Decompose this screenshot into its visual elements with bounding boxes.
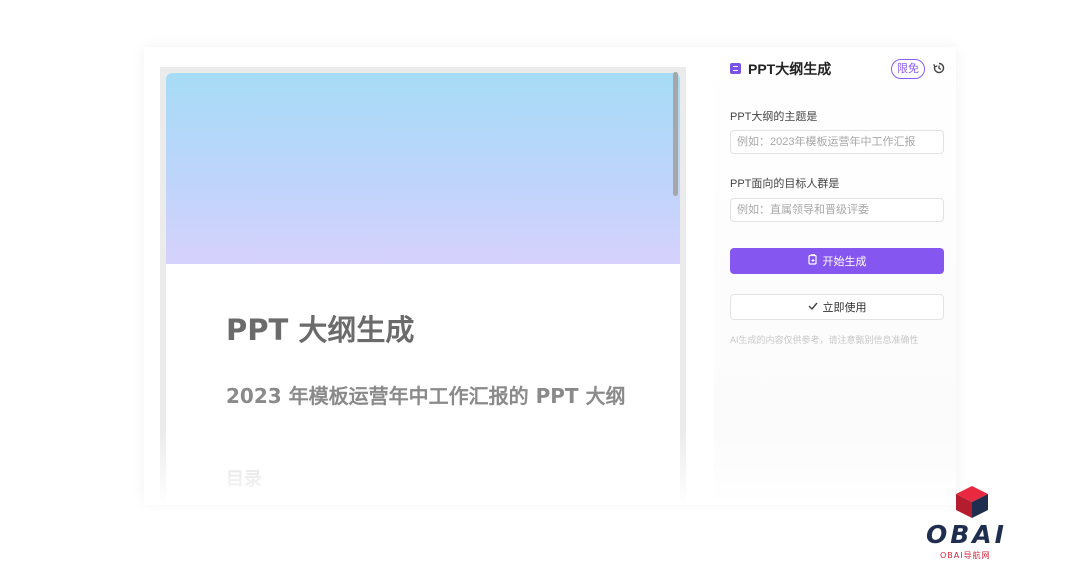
watermark-logo: OBAI OBAI导航网 <box>922 484 1022 564</box>
free-badge: 限免 <box>891 59 925 79</box>
generate-button-label: 开始生成 <box>822 256 867 268</box>
cube-logo-icon <box>956 486 988 518</box>
use-now-button[interactable]: 立即使用 <box>730 294 944 320</box>
document-subtitle: 2023 年模板运营年中工作汇报的 PPT 大纲 <box>226 384 626 408</box>
document-title: PPT 大纲生成 <box>226 313 415 347</box>
panel-title: PPT大纲生成 <box>748 61 832 77</box>
topic-label: PPT大纲的主题是 <box>730 111 818 123</box>
generate-button[interactable]: 开始生成 <box>730 248 944 274</box>
history-icon[interactable] <box>933 62 945 74</box>
preview-scrollbar[interactable] <box>673 72 678 196</box>
audience-label: PPT面向的目标人群是 <box>730 178 840 190</box>
document-preview[interactable]: PPT 大纲生成 2023 年模板运营年中工作汇报的 PPT 大纲 目录 <box>166 73 680 502</box>
document-toc-heading: 目录 <box>226 469 262 490</box>
audience-input[interactable] <box>730 198 944 222</box>
app-window: PPT 大纲生成 2023 年模板运营年中工作汇报的 PPT 大纲 目录 PPT… <box>144 47 956 502</box>
document-banner <box>166 73 680 264</box>
logo-text: OBAI <box>926 520 1007 549</box>
svg-text:OBAI导航网: OBAI导航网 <box>940 550 991 560</box>
disclaimer-text: AI生成的内容仅供参考，请注意甄别信息准确性 <box>730 335 919 345</box>
document-icon <box>730 63 741 74</box>
panel-header: PPT大纲生成 限免 <box>730 59 948 79</box>
generator-panel: PPT大纲生成 限免 PPT大纲的主题是 PPT面向的目标人群是 <box>714 47 956 502</box>
logo-subtext: OBAI导航网 <box>940 550 991 560</box>
preview-panel: PPT 大纲生成 2023 年模板运营年中工作汇报的 PPT 大纲 目录 <box>160 67 686 502</box>
copy-icon <box>807 254 818 268</box>
topic-input[interactable] <box>730 130 944 154</box>
use-now-button-label: 立即使用 <box>822 302 867 314</box>
check-icon <box>808 301 818 313</box>
